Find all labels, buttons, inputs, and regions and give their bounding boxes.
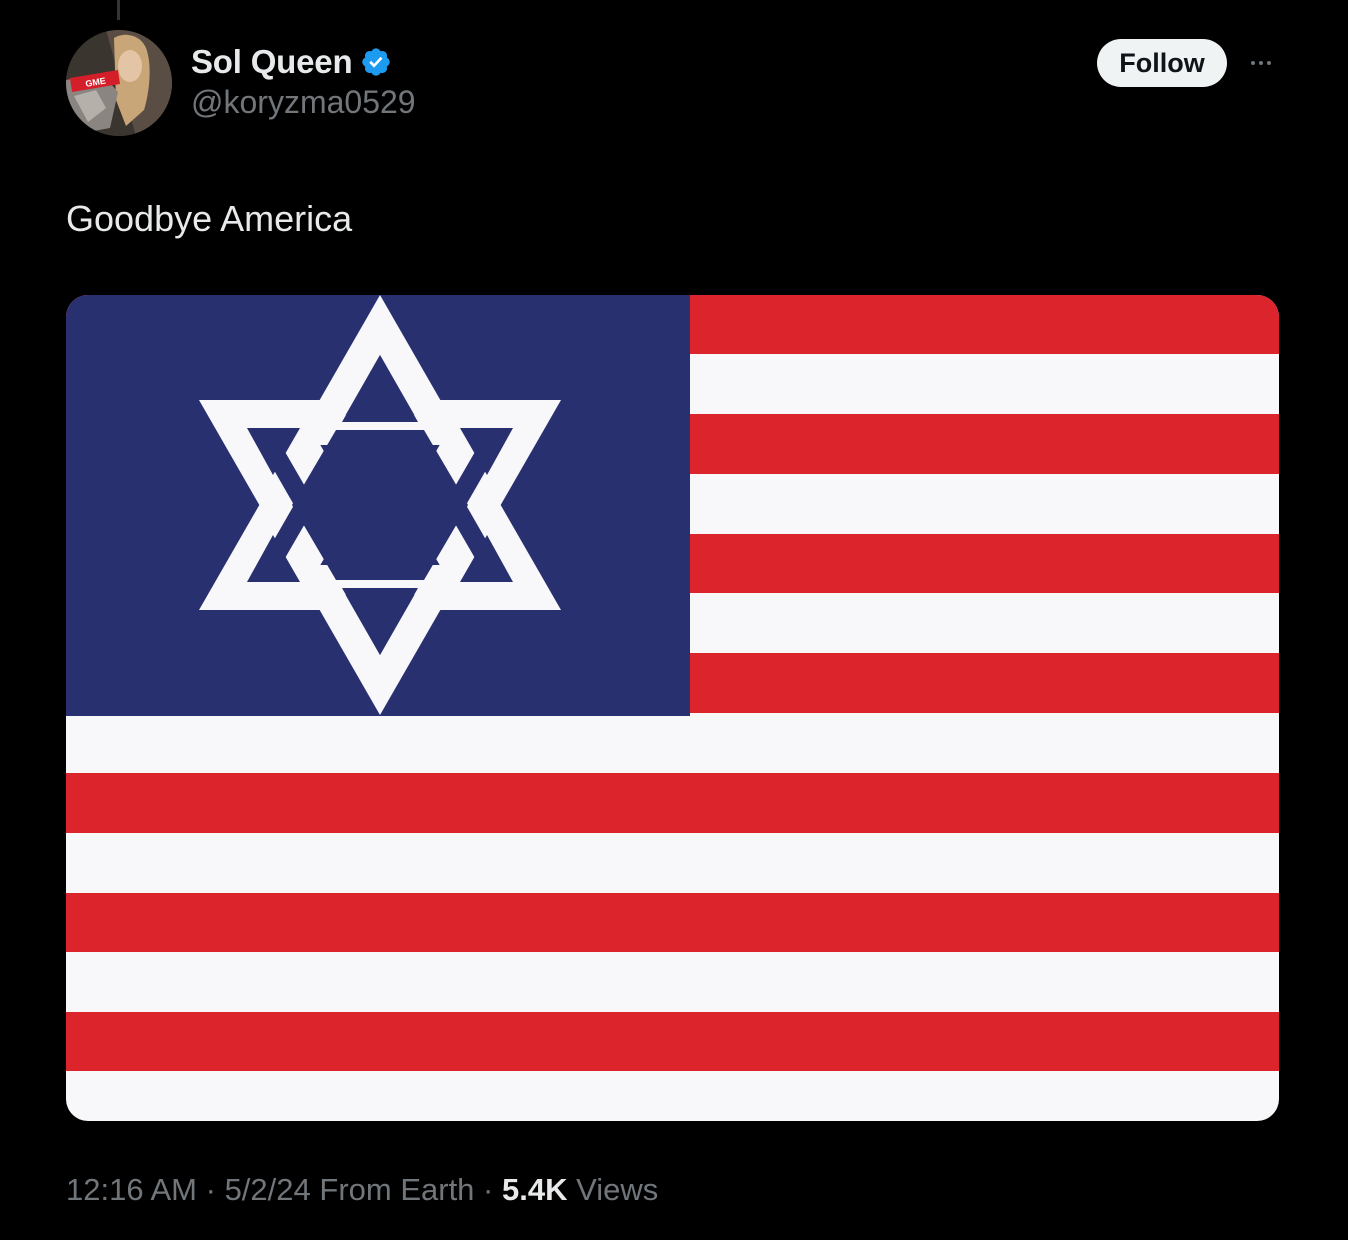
meta-separator: ·	[205, 1172, 216, 1207]
author-display-name[interactable]: Sol Queen	[191, 43, 353, 81]
more-dot	[1259, 61, 1263, 65]
flag-stripe-red	[66, 893, 1279, 952]
tweet-text: Goodbye America	[66, 198, 353, 239]
views-count[interactable]: 5.4K	[502, 1172, 567, 1207]
flag-stripe-red	[66, 1012, 1279, 1071]
tweet-media-image[interactable]	[66, 295, 1279, 1121]
flag-stripe-red	[66, 773, 1279, 833]
follow-button[interactable]: Follow	[1097, 39, 1227, 87]
avatar-image: GME	[66, 30, 172, 136]
tweet-time[interactable]: 12:16 AM	[66, 1172, 197, 1207]
author-handle[interactable]: @koryzma0529	[191, 84, 416, 121]
tweet-source: From Earth	[319, 1172, 475, 1207]
meta-separator: ·	[483, 1172, 494, 1207]
tweet-metadata: 12:16 AM · 5/2/24 From Earth · 5.4K View…	[66, 1172, 658, 1208]
more-options-icon[interactable]	[1240, 48, 1282, 78]
more-dot	[1251, 61, 1255, 65]
tweet-date[interactable]: 5/2/24	[225, 1172, 311, 1207]
flag-image	[66, 295, 1279, 1121]
avatar[interactable]: GME	[66, 30, 172, 136]
more-dot	[1267, 61, 1271, 65]
verified-badge-icon[interactable]	[360, 46, 392, 78]
author-name-row: Sol Queen	[191, 42, 392, 82]
views-label: Views	[576, 1172, 659, 1207]
thread-connector-line	[117, 0, 120, 20]
